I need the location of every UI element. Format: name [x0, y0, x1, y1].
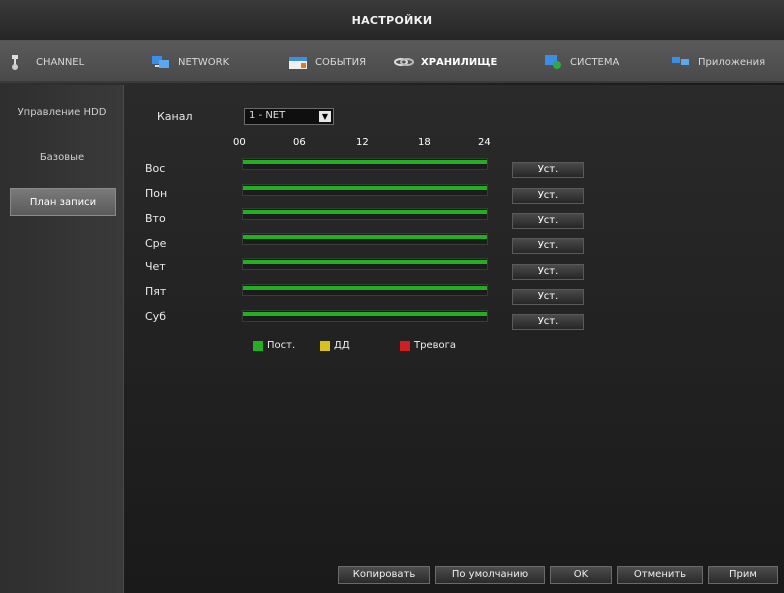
day-label: Суб	[145, 310, 166, 323]
sidebar-item-hdd-management[interactable]: Управление HDD	[0, 98, 124, 126]
schedule-fill	[243, 312, 487, 316]
apps-icon	[670, 53, 692, 71]
tab-label: СОБЫТИЯ	[315, 56, 367, 68]
sidebar-item-basic[interactable]: Базовые	[0, 143, 124, 171]
day-label: Вто	[145, 212, 166, 225]
tab-channel[interactable]: CHANNEL	[8, 41, 84, 83]
timeline-tick: 18	[418, 137, 431, 148]
set-button[interactable]: Уст.	[512, 188, 584, 204]
schedule-bar[interactable]	[242, 184, 488, 196]
tab-apps[interactable]: Приложения	[670, 41, 765, 83]
legend-item-alarm: Тревога	[400, 340, 456, 351]
set-button[interactable]: Уст.	[512, 213, 584, 229]
schedule-fill	[243, 160, 487, 164]
tab-events[interactable]: СОБЫТИЯ	[287, 41, 366, 83]
schedule-fill	[243, 286, 487, 290]
sidebar-item-label: Базовые	[39, 151, 85, 163]
camera-icon	[8, 53, 30, 71]
legend-label: Пост.	[267, 340, 296, 351]
storage-icon	[393, 53, 415, 71]
timeline-tick: 00	[233, 137, 246, 148]
schedule-bar[interactable]	[242, 284, 488, 296]
tab-label: CHANNEL	[36, 56, 85, 68]
legend-item-constant: Пост.	[253, 340, 295, 351]
schedule-fill	[243, 210, 487, 214]
chevron-down-icon: ▼	[319, 111, 331, 122]
channel-select[interactable]: 1 - NET ▼	[244, 108, 334, 125]
events-icon	[287, 53, 309, 71]
tab-label: Приложения	[698, 56, 766, 68]
channel-label: Канал	[157, 110, 193, 123]
legend-swatch	[320, 340, 330, 351]
set-button[interactable]: Уст.	[512, 289, 584, 305]
schedule-bar[interactable]	[242, 310, 488, 322]
tab-system[interactable]: СИСТЕМА	[542, 41, 619, 83]
copy-button[interactable]: Копировать	[338, 566, 430, 584]
timeline-tick: 06	[293, 137, 306, 148]
day-label: Сре	[145, 237, 167, 250]
schedule-bar[interactable]	[242, 208, 488, 220]
window-title: НАСТРОЙКИ	[351, 14, 433, 27]
sidebar-item-label: Управление HDD	[17, 106, 107, 118]
tab-network[interactable]: NETWORK	[150, 41, 229, 83]
system-icon	[542, 53, 564, 71]
schedule-fill	[243, 235, 487, 239]
settings-window: НАСТРОЙКИ CHANNEL NETWORK СОБЫТИЯ ХРАНИЛ…	[0, 0, 784, 593]
legend-label: Тревога	[414, 340, 457, 351]
network-icon	[150, 53, 172, 71]
set-button[interactable]: Уст.	[512, 314, 584, 330]
set-button[interactable]: Уст.	[512, 162, 584, 178]
tab-bar: CHANNEL NETWORK СОБЫТИЯ ХРАНИЛИЩЕ СИСТЕМ…	[0, 41, 784, 83]
day-label: Пят	[145, 285, 167, 298]
day-label: Вос	[145, 162, 166, 175]
default-button[interactable]: По умолчанию	[435, 566, 545, 584]
cancel-button[interactable]: Отменить	[617, 566, 703, 584]
set-button[interactable]: Уст.	[512, 264, 584, 280]
ok-button[interactable]: OK	[550, 566, 612, 584]
legend-item-motion: ДД	[320, 340, 350, 351]
tab-storage[interactable]: ХРАНИЛИЩЕ	[393, 41, 497, 83]
timeline-tick: 24	[478, 137, 491, 148]
apply-button[interactable]: Прим	[708, 566, 778, 584]
schedule-fill	[243, 186, 487, 190]
sidebar-item-label: План записи	[29, 196, 97, 208]
schedule-bar[interactable]	[242, 233, 488, 245]
tab-label: NETWORK	[178, 56, 230, 68]
sidebar-item-record-schedule[interactable]: План записи	[10, 188, 116, 216]
legend-swatch	[253, 340, 263, 351]
sidebar: Управление HDD Базовые План записи	[0, 85, 124, 593]
set-button[interactable]: Уст.	[512, 238, 584, 254]
timeline-tick: 12	[356, 137, 369, 148]
schedule-bar[interactable]	[242, 258, 488, 270]
schedule-fill	[243, 260, 487, 264]
channel-select-value: 1 - NET	[249, 110, 286, 121]
title-bar: НАСТРОЙКИ	[0, 0, 784, 41]
day-label: Чет	[145, 260, 166, 273]
schedule-bar[interactable]	[242, 158, 488, 170]
day-label: Пон	[145, 187, 168, 200]
legend-label: ДД	[334, 340, 350, 351]
legend-swatch	[400, 340, 410, 351]
tab-label: ХРАНИЛИЩЕ	[421, 56, 498, 68]
tab-label: СИСТЕМА	[570, 56, 620, 68]
